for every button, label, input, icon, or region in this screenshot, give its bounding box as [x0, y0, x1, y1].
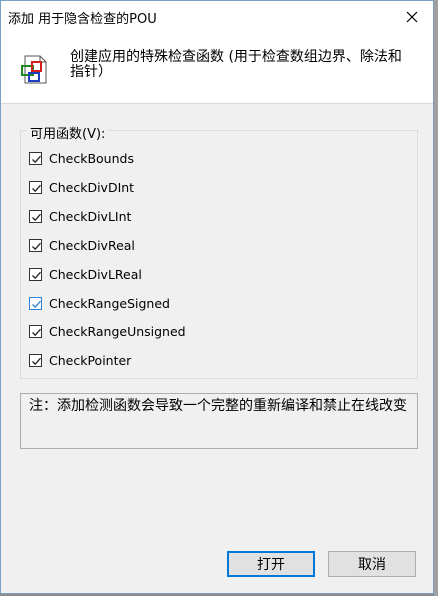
function-item-label: CheckDivDInt: [49, 179, 135, 195]
function-checkbox[interactable]: [29, 238, 42, 252]
function-item[interactable]: CheckDivDInt: [29, 177, 134, 197]
checkmark-icon: [32, 213, 41, 221]
checkmark-icon: [32, 271, 41, 279]
dialog-header: 创建应用的特殊检查函数 (用于检查数组边界、除法和指针）: [1, 33, 433, 104]
close-button[interactable]: [397, 3, 427, 31]
checkmark-icon: [32, 155, 41, 163]
function-item[interactable]: CheckPointer: [29, 350, 131, 370]
function-item[interactable]: CheckDivLInt: [29, 206, 131, 226]
function-item[interactable]: CheckRangeUnsigned: [29, 321, 186, 341]
note-text: 注：添加检测函数会导致一个完整的重新编译和禁止在线改变: [29, 398, 407, 414]
background-window-edge: [434, 0, 438, 596]
function-checkbox[interactable]: [29, 353, 42, 367]
function-item-label: CheckBounds: [49, 150, 134, 166]
add-pou-dialog: 添加 用于隐含检查的POU 创建应用的特殊检查函数 (用于检查数组边界、除法和指…: [0, 0, 434, 594]
function-checkbox[interactable]: [29, 151, 42, 165]
checkmark-icon: [32, 184, 41, 192]
checkmark-icon: [32, 357, 41, 365]
cancel-button[interactable]: 取消: [328, 551, 416, 577]
function-item[interactable]: CheckDivLReal: [29, 264, 142, 284]
function-checkbox[interactable]: [29, 324, 42, 338]
pou-document-icon: [21, 55, 47, 84]
header-description: 创建应用的特殊检查函数 (用于检查数组边界、除法和指针）: [70, 49, 402, 80]
function-item-label: CheckRangeUnsigned: [49, 323, 186, 339]
function-checkbox[interactable]: [29, 296, 42, 310]
title-bar: 添加 用于隐含检查的POU: [1, 1, 433, 33]
checkmark-icon: [32, 328, 41, 336]
function-checkbox[interactable]: [29, 267, 42, 281]
available-functions-label: 可用函数(V):: [27, 123, 109, 142]
note-box: 注：添加检测函数会导致一个完整的重新编译和禁止在线改变: [20, 393, 418, 449]
function-item-label: CheckPointer: [49, 352, 132, 368]
function-checkbox[interactable]: [29, 209, 42, 223]
function-item[interactable]: CheckRangeSigned: [29, 293, 170, 313]
function-item-label: CheckRangeSigned: [49, 295, 170, 311]
function-item-label: CheckDivLReal: [49, 266, 142, 282]
function-item[interactable]: CheckBounds: [29, 148, 134, 168]
checkmark-icon: [32, 242, 41, 250]
function-checkbox[interactable]: [29, 180, 42, 194]
open-button[interactable]: 打开: [227, 551, 315, 577]
function-item-label: CheckDivLInt: [49, 208, 132, 224]
window-title: 添加 用于隐含检查的POU: [8, 12, 157, 27]
checkmark-icon: [32, 300, 41, 308]
close-icon: [406, 11, 418, 23]
function-item[interactable]: CheckDivReal: [29, 235, 135, 255]
function-item-label: CheckDivReal: [49, 237, 135, 253]
